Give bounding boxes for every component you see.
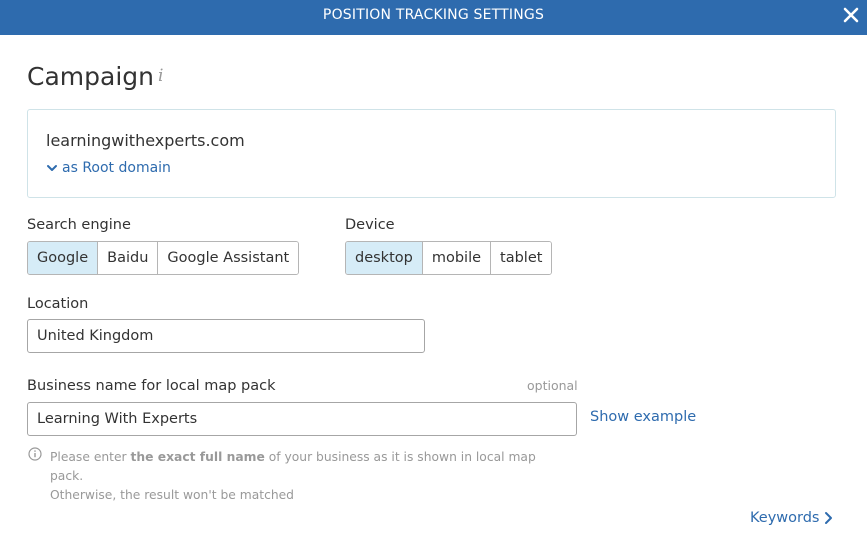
info-icon[interactable]: i	[158, 66, 163, 86]
hint-bold: the exact full name	[130, 450, 265, 464]
page-title: Campaign	[27, 62, 154, 91]
keywords-next-button[interactable]: Keywords	[750, 510, 833, 526]
keywords-label: Keywords	[750, 510, 820, 526]
location-input[interactable]: United Kingdom	[27, 319, 425, 353]
device-tablet-button[interactable]: tablet	[490, 242, 552, 274]
optional-label: optional	[527, 378, 578, 393]
close-icon	[843, 7, 859, 23]
info-circle-icon	[28, 447, 42, 461]
search-engine-label: Search engine	[27, 217, 131, 233]
location-label: Location	[27, 296, 89, 312]
domain-name: learningwithexperts.com	[46, 131, 245, 150]
domain-scope-label: as Root domain	[62, 160, 171, 176]
domain-box: learningwithexperts.com as Root domain	[27, 109, 836, 198]
device-desktop-button[interactable]: desktop	[346, 242, 422, 274]
domain-scope-dropdown[interactable]: as Root domain	[46, 160, 171, 176]
device-label: Device	[345, 217, 395, 233]
hint-line-2: Otherwise, the result won't be matched	[50, 488, 294, 502]
dialog-title: POSITION TRACKING SETTINGS	[322, 7, 545, 23]
business-name-input[interactable]: Learning With Experts	[27, 402, 577, 436]
business-name-hint: Please enter the exact full name of your…	[50, 448, 570, 505]
search-engine-selector: Google Baidu Google Assistant	[27, 241, 300, 275]
close-button[interactable]	[839, 2, 863, 28]
search-engine-google-button[interactable]: Google	[28, 242, 98, 274]
device-selector: desktop mobile tablet	[345, 241, 553, 275]
device-mobile-button[interactable]: mobile	[421, 242, 491, 274]
chevron-right-icon	[825, 512, 833, 524]
search-engine-baidu-button[interactable]: Baidu	[97, 242, 158, 274]
business-name-label: Business name for local map pack	[27, 378, 276, 394]
hint-prefix: Please enter	[50, 450, 131, 464]
dialog-header: POSITION TRACKING SETTINGS	[0, 0, 867, 35]
search-engine-google-assistant-button[interactable]: Google Assistant	[157, 242, 299, 274]
chevron-down-icon	[47, 165, 57, 171]
show-example-link[interactable]: Show example	[590, 409, 696, 425]
